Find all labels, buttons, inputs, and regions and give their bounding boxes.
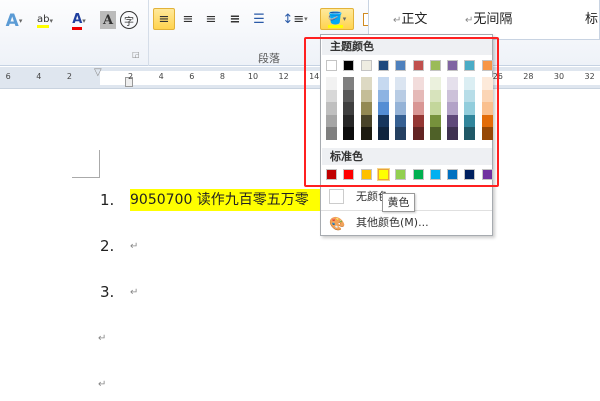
dialog-launcher-icon[interactable]: ◲	[132, 50, 140, 59]
no-color-swatch-icon	[329, 189, 344, 204]
char-shading-icon[interactable]: A	[100, 11, 116, 29]
ruler-label: 6	[5, 72, 11, 81]
align-center-icon[interactable]: ≡	[178, 8, 198, 30]
style-heading[interactable]: 标	[585, 8, 598, 27]
ruler-label: 8	[219, 72, 225, 81]
ruler-label: 28	[523, 72, 534, 81]
ruler-label: 12	[278, 72, 289, 81]
margin-corner-mark	[72, 150, 100, 178]
paragraph-mark: ↵	[98, 333, 107, 344]
distributed-icon[interactable]: ☰	[249, 8, 269, 30]
ruler-label: 32	[584, 72, 595, 81]
more-colors-item[interactable]: 🎨 其他颜色(M)...	[322, 211, 492, 235]
shading-icon[interactable]: 🪣 ▾	[320, 8, 354, 30]
style-normal[interactable]: ↵正文	[393, 8, 427, 27]
red-highlight-annotation	[304, 37, 499, 187]
font-color-icon[interactable]: A ▾	[64, 10, 94, 32]
horizontal-ruler[interactable]: ▽ 6 4 2 2 4 6 8 10 12 14 26 28 30 32	[0, 67, 600, 89]
highlighted-text[interactable]: 9050700 读作九百零五万零	[130, 189, 325, 211]
list-number: 3.	[100, 283, 115, 301]
paragraph-mark: ↵	[130, 241, 139, 252]
palette-icon: 🎨	[329, 217, 346, 232]
style-no-spacing[interactable]: ↵无间隔	[465, 8, 512, 27]
text-effects-icon[interactable]: A ▾	[2, 10, 26, 32]
enclose-char-icon[interactable]: 字	[120, 11, 138, 29]
align-left-icon[interactable]: ≡	[153, 8, 175, 30]
ribbon: A▾ ab▾ A▾ A 字 ◲ ≡ ≡ ≡ ≡ ☰ ↕≡▾ 🪣▾ ▾ 段落 ↵正…	[0, 0, 600, 66]
ruler-label: 4	[158, 72, 164, 81]
list-number: 1.	[100, 191, 115, 209]
ruler-label: 6	[189, 72, 195, 81]
ruler-label: 30	[553, 72, 565, 81]
align-right-icon[interactable]: ≡	[201, 8, 221, 30]
ruler-label: 2	[66, 72, 72, 81]
ruler-label: 4	[36, 72, 42, 81]
line-spacing-icon[interactable]: ↕ ≡ ▾	[282, 8, 307, 30]
color-tooltip: 黄色	[382, 193, 415, 212]
group-label-paragraph: 段落	[258, 52, 280, 65]
list-number: 2.	[100, 237, 115, 255]
paragraph-mark: ↵	[130, 287, 139, 298]
ruler-label: 2	[128, 72, 134, 81]
justify-icon[interactable]: ≡	[225, 8, 245, 30]
paragraph-mark: ↵	[98, 379, 107, 390]
first-line-indent-marker[interactable]: ▽	[94, 67, 102, 78]
highlight-icon[interactable]: ab ▾	[30, 10, 60, 32]
ruler-label: 10	[247, 72, 259, 81]
